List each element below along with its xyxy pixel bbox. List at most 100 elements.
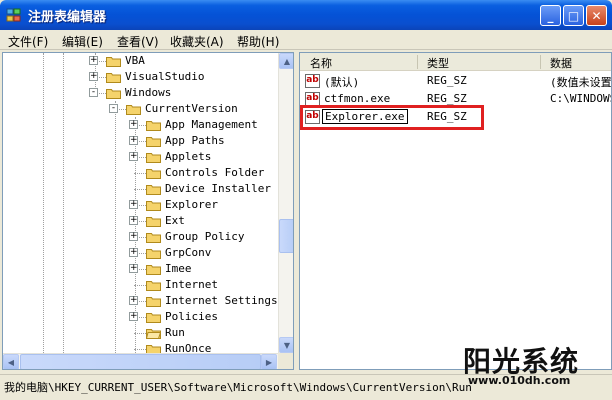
tree-item-label: Internet Settings: [165, 294, 278, 307]
tree-branch-line: [134, 333, 146, 334]
menu-view[interactable]: 查看(V): [117, 33, 159, 50]
tree-item[interactable]: + VBA: [3, 53, 278, 69]
tree-item[interactable]: + Imee: [3, 261, 278, 277]
menu-bar: 文件(F) 编辑(E) 查看(V) 收藏夹(A) 帮助(H): [0, 30, 612, 50]
folder-icon: [126, 105, 141, 115]
tree-item-label: Policies: [165, 310, 218, 323]
scroll-right-button[interactable]: ▶: [261, 354, 277, 369]
column-name-header[interactable]: 名称: [310, 55, 332, 71]
tree-item[interactable]: Controls Folder: [3, 165, 278, 181]
values-list-pane[interactable]: 名称 类型 数据 ab (默认) REG_SZ (数值未设置 ab ctfmon…: [299, 52, 612, 370]
tree-horizontal-scrollbar[interactable]: ◀ ▶: [3, 353, 278, 369]
tree-item[interactable]: + GrpConv: [3, 245, 278, 261]
folder-icon: [106, 89, 121, 99]
folder-icon: [146, 313, 161, 323]
watermark-url: www.010dh.com: [468, 374, 571, 387]
tree-item-label: Applets: [165, 150, 212, 163]
tree-item-label: VisualStudio: [125, 70, 205, 83]
string-value-icon: ab: [305, 92, 320, 106]
open-folder-icon: [146, 329, 161, 339]
maximize-button[interactable]: □: [563, 5, 584, 26]
tree-item[interactable]: + Group Policy: [3, 229, 278, 245]
tree-branch-line: [134, 349, 146, 350]
tree-item[interactable]: + App Management: [3, 117, 278, 133]
folder-icon: [146, 185, 161, 195]
tree-item[interactable]: + Ext: [3, 213, 278, 229]
expand-icon[interactable]: +: [129, 232, 138, 241]
close-icon: ✕: [591, 8, 602, 23]
value-row[interactable]: ab (默认) REG_SZ (数值未设置: [300, 72, 612, 90]
column-type-header[interactable]: 类型: [427, 55, 449, 71]
expand-icon[interactable]: +: [129, 216, 138, 225]
red-highlight-box: [300, 105, 484, 130]
folder-icon: [146, 121, 161, 131]
tree-horizontal-scroll-thumb[interactable]: [20, 354, 261, 369]
scroll-right-icon: ▶: [265, 357, 273, 367]
scroll-down-button[interactable]: ▼: [279, 337, 293, 353]
list-header: 名称 类型 数据: [300, 53, 611, 71]
tree-item-label: Device Installer: [165, 182, 271, 195]
folder-icon: [106, 73, 121, 83]
string-value-icon: ab: [305, 74, 320, 88]
expand-icon[interactable]: +: [129, 264, 138, 273]
tree-item-label: Controls Folder: [165, 166, 265, 179]
tree-item[interactable]: + Internet Settings: [3, 293, 278, 309]
minimize-button[interactable]: _: [540, 5, 561, 26]
expand-icon[interactable]: +: [129, 136, 138, 145]
scroll-up-icon: ▲: [283, 56, 291, 66]
folder-icon: [106, 57, 121, 67]
expand-icon[interactable]: +: [129, 120, 138, 129]
column-data-header[interactable]: 数据: [550, 55, 572, 71]
value-data: C:\WINDOWS: [550, 92, 612, 105]
tree-item[interactable]: Device Installer: [3, 181, 278, 197]
tree-item[interactable]: - CurrentVersion: [3, 101, 278, 117]
folder-icon: [146, 153, 161, 163]
menu-edit[interactable]: 编辑(E): [62, 33, 103, 50]
value-data: (数值未设置: [550, 76, 612, 89]
key-tree-pane[interactable]: + VBA + VisualStudio - Windows - CurrentVersion…: [2, 52, 294, 370]
folder-icon: [146, 201, 161, 211]
tree-item[interactable]: Run: [3, 325, 278, 341]
close-button[interactable]: ✕: [586, 5, 607, 26]
tree-item[interactable]: + VisualStudio: [3, 69, 278, 85]
menu-help[interactable]: 帮助(H): [237, 33, 279, 50]
tree-vertical-scroll-thumb[interactable]: [279, 219, 293, 253]
registry-app-icon: [6, 8, 21, 22]
expand-icon[interactable]: +: [129, 152, 138, 161]
tree-item[interactable]: + Explorer: [3, 197, 278, 213]
scroll-left-button[interactable]: ◀: [3, 354, 19, 369]
tree-item[interactable]: Internet: [3, 277, 278, 293]
expand-icon[interactable]: +: [129, 248, 138, 257]
collapse-icon[interactable]: -: [109, 104, 118, 113]
tree-branch-line: [134, 285, 146, 286]
tree-item[interactable]: + Policies: [3, 309, 278, 325]
column-divider[interactable]: [540, 55, 541, 69]
tree-item-label: Windows: [125, 86, 172, 99]
tree-branch-line: [134, 189, 146, 190]
menu-file[interactable]: 文件(F): [8, 33, 48, 50]
collapse-icon[interactable]: -: [89, 88, 98, 97]
value-name: (默认): [324, 76, 360, 89]
tree-item[interactable]: + App Paths: [3, 133, 278, 149]
tree-item-label: App Paths: [165, 134, 225, 147]
tree-vertical-scrollbar[interactable]: ▲ ▼: [278, 53, 293, 353]
value-type: REG_SZ: [427, 92, 467, 105]
expand-icon[interactable]: +: [129, 312, 138, 321]
folder-icon: [146, 265, 161, 275]
expand-icon[interactable]: +: [89, 56, 98, 65]
tree-item-label: Explorer: [165, 198, 218, 211]
window-title: 注册表编辑器: [28, 10, 107, 25]
column-divider[interactable]: [417, 55, 418, 69]
folder-icon: [146, 137, 161, 147]
title-bar[interactable]: 注册表编辑器 _ □ ✕: [0, 0, 612, 30]
tree-item-label: Group Policy: [165, 230, 245, 243]
menu-favorites[interactable]: 收藏夹(A): [170, 33, 224, 50]
expand-icon[interactable]: +: [129, 200, 138, 209]
scroll-up-button[interactable]: ▲: [279, 53, 293, 69]
folder-icon: [146, 169, 161, 179]
expand-icon[interactable]: +: [129, 296, 138, 305]
folder-icon: [146, 233, 161, 243]
tree-item[interactable]: - Windows: [3, 85, 278, 101]
tree-item[interactable]: + Applets: [3, 149, 278, 165]
expand-icon[interactable]: +: [89, 72, 98, 81]
